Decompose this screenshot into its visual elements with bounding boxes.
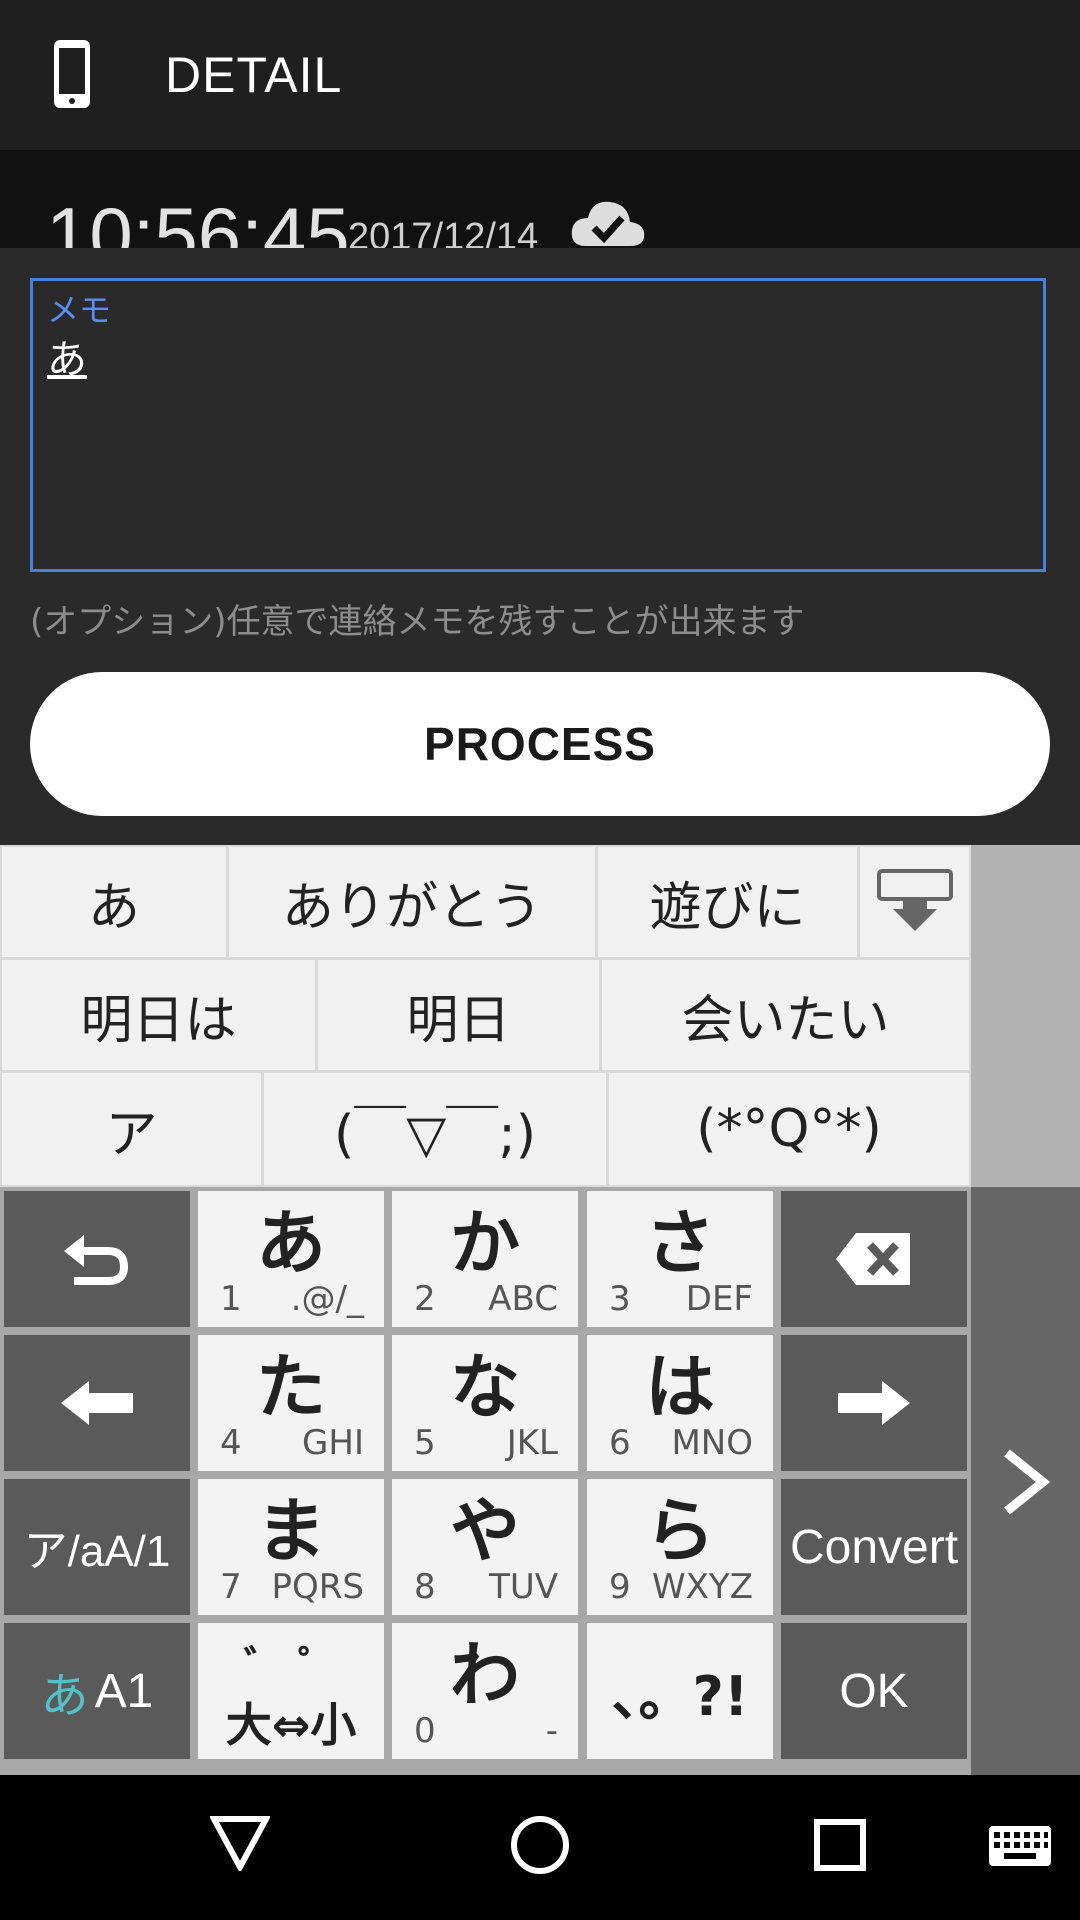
app-bar: DETAIL bbox=[0, 0, 1080, 150]
key-grid: あ 1 .@/_ か 2 ABC さ 3 DEF た 4 GHI な 5 JKL… bbox=[0, 1187, 971, 1775]
keyboard-side-strip[interactable] bbox=[971, 1187, 1080, 1775]
suggestion-side-panel bbox=[971, 845, 1080, 1187]
key-wa[interactable]: わ 0 - bbox=[392, 1623, 578, 1759]
cloud-check-icon bbox=[571, 201, 645, 246]
key-ya[interactable]: や 8 TUV bbox=[392, 1479, 578, 1615]
chevron-right-icon bbox=[1004, 1449, 1051, 1515]
suggestion-panel: あ ありがとう 遊びに 明日は 明日 会いたい ア (￣▽￣;) (*°Q°*) bbox=[0, 845, 971, 1187]
page-title: DETAIL bbox=[165, 47, 343, 103]
punctuation-key[interactable]: 、。?! bbox=[587, 1623, 773, 1759]
memo-hint: (オプション)任意で連絡メモを残すことが出来ます bbox=[30, 602, 805, 642]
key-ma[interactable]: ま 7 PQRS bbox=[198, 1479, 384, 1615]
memo-label: メモ bbox=[47, 291, 112, 329]
arrow-right-icon bbox=[838, 1381, 910, 1425]
memo-field[interactable]: メモ あ bbox=[30, 278, 1046, 572]
suggestion-item[interactable]: 会いたい bbox=[602, 960, 969, 1070]
ok-key[interactable]: OK bbox=[781, 1623, 967, 1759]
suggestion-item[interactable]: 明日 bbox=[318, 960, 599, 1070]
key-ta[interactable]: た 4 GHI bbox=[198, 1335, 384, 1471]
ime-keyboard: あ ありがとう 遊びに 明日は 明日 会いたい ア (￣▽￣;) (*°Q°*)… bbox=[0, 845, 1080, 1775]
collapse-suggestions-button[interactable] bbox=[860, 847, 969, 957]
suggestion-item[interactable]: 明日は bbox=[2, 960, 315, 1070]
arrow-left-icon bbox=[61, 1381, 133, 1425]
mode-switch-key[interactable]: ア/aA/1 bbox=[4, 1479, 190, 1615]
keyboard-icon[interactable] bbox=[988, 1825, 1052, 1867]
input-mode-key[interactable]: あ A1 bbox=[4, 1623, 190, 1759]
phone-icon bbox=[54, 40, 90, 108]
backspace-key[interactable] bbox=[781, 1191, 967, 1327]
home-icon[interactable] bbox=[510, 1815, 570, 1875]
undo-key[interactable] bbox=[4, 1191, 190, 1327]
suggestion-item[interactable]: (￣▽￣;) bbox=[264, 1073, 606, 1185]
dakuten-key[interactable]: ゛ ゜ 大⇔小 bbox=[198, 1623, 384, 1759]
convert-key[interactable]: Convert bbox=[781, 1479, 967, 1615]
suggestion-item[interactable]: (*°Q°*) bbox=[609, 1073, 969, 1185]
collapse-down-icon bbox=[876, 869, 953, 931]
cursor-right-key[interactable] bbox=[781, 1335, 967, 1471]
cursor-left-key[interactable] bbox=[4, 1335, 190, 1471]
recents-icon[interactable] bbox=[814, 1819, 866, 1871]
suggestion-item[interactable]: ア bbox=[2, 1073, 261, 1185]
key-sa[interactable]: さ 3 DEF bbox=[587, 1191, 773, 1327]
suggestion-item[interactable]: あ bbox=[2, 847, 226, 957]
system-nav-bar bbox=[0, 1775, 1080, 1920]
key-ra[interactable]: ら 9 WXYZ bbox=[587, 1479, 773, 1615]
suggestion-item[interactable]: 遊びに bbox=[598, 847, 857, 957]
key-a[interactable]: あ 1 .@/_ bbox=[198, 1191, 384, 1327]
memo-input-value[interactable]: あ bbox=[47, 327, 87, 385]
undo-icon bbox=[64, 1235, 129, 1285]
backspace-icon bbox=[836, 1233, 910, 1285]
suggestion-item[interactable]: ありがとう bbox=[229, 847, 595, 957]
key-ka[interactable]: か 2 ABC bbox=[392, 1191, 578, 1327]
key-ha[interactable]: は 6 MNO bbox=[587, 1335, 773, 1471]
detail-time: 10:56:45 bbox=[46, 191, 350, 248]
key-na[interactable]: な 5 JKL bbox=[392, 1335, 578, 1471]
detail-date: 2017/12/14 bbox=[348, 216, 539, 248]
detail-header: 10:56:45 2017/12/14 bbox=[0, 150, 1080, 248]
process-button[interactable]: PROCESS bbox=[30, 672, 1050, 816]
back-icon[interactable] bbox=[210, 1815, 270, 1871]
